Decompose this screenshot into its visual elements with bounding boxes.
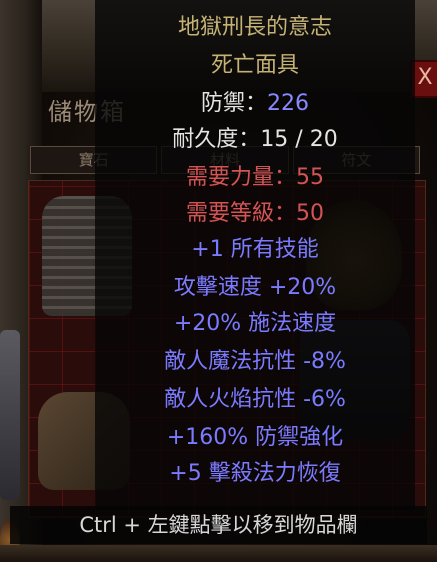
side-armor-item[interactable] [0,330,20,500]
defense-label: 防禦： [200,91,267,116]
defense-line: 防禦：226 [95,88,415,120]
mod-line: +20% 施法速度 [173,311,337,336]
mod-line: +160% 防禦強化 [166,425,344,450]
mod-line: +1 所有技能 [191,237,319,262]
durability-value: 15 / 20 [260,127,338,152]
requirement-strength: 需要力量：55 [186,165,324,190]
defense-value: 226 [267,91,309,116]
mod-line: +5 擊殺法力恢復 [169,461,341,486]
item-tooltip: 地獄刑長的意志 死亡面具 防禦：226 耐久度：15 / 20 需要力量：55 … [95,0,415,510]
durability-label: 耐久度： [172,127,261,152]
mod-line: 敵人火焰抗性 -6% [164,387,346,412]
mod-line: 攻擊速度 +20% [173,275,337,300]
hint-text: Ctrl + 左鍵點擊以移到物品欄 [79,513,358,537]
requirement-level: 需要等級：50 [186,201,324,226]
stash-bottom-frame [0,545,437,562]
durability-line: 耐久度：15 / 20 [95,124,415,156]
item-name: 地獄刑長的意志 [177,15,332,40]
item-base-type: 死亡面具 [210,53,299,78]
mod-line: 敵人魔法抗性 -8% [164,349,346,374]
ctrl-click-hint: Ctrl + 左鍵點擊以移到物品欄 [10,506,427,544]
